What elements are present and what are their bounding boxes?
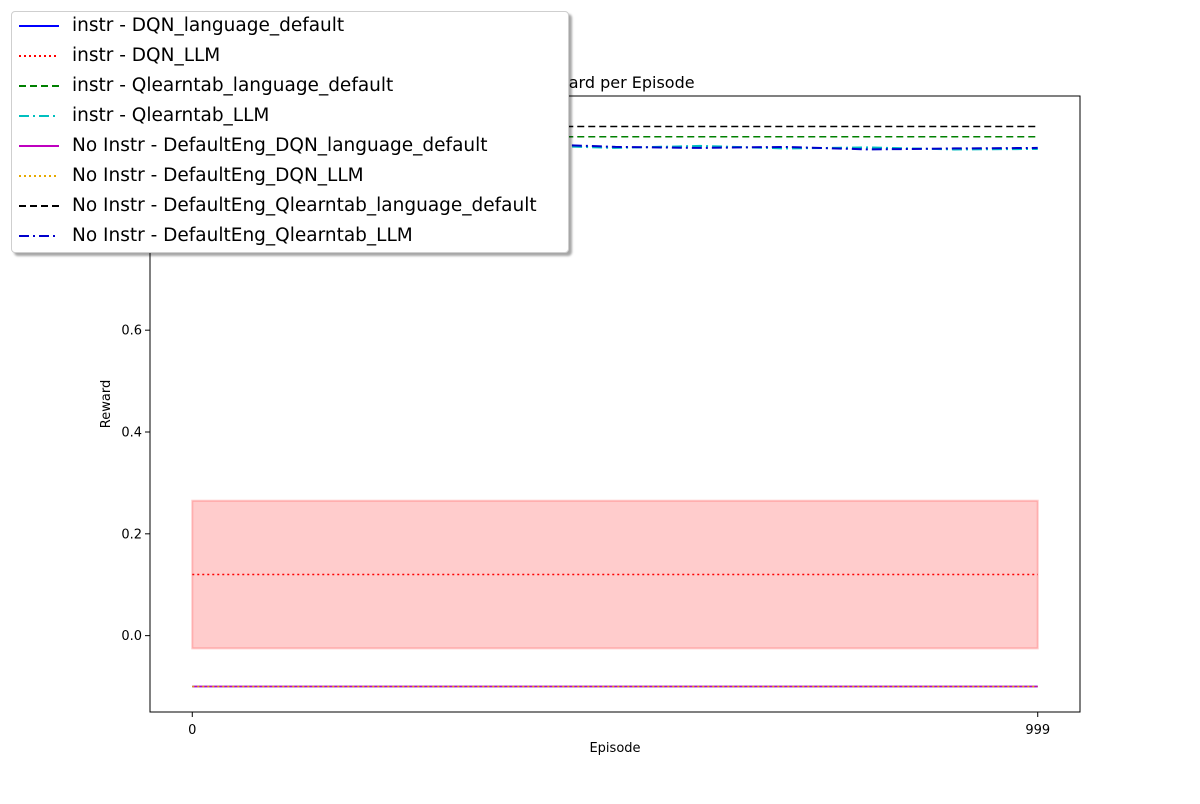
legend-label-4: No Instr - DefaultEng_DQN_language_defau… — [72, 135, 488, 156]
y-tick-label-1: 0.2 — [121, 527, 142, 542]
legend-entry-1: instr - DQN_LLM — [12, 42, 568, 72]
legend-entry-3: instr - Qlearntab_LLM — [12, 102, 568, 132]
legend-swatch-4 — [19, 145, 59, 147]
y-tick-label-3: 0.6 — [121, 324, 142, 339]
legend-entry-4: No Instr - DefaultEng_DQN_language_defau… — [12, 132, 568, 162]
chart-figure: Reward per Episode 0 999 0.0 0.2 0.4 0.6 Epi… — [0, 0, 1200, 800]
y-axis-label: Reward — [99, 380, 114, 428]
legend-entry-0: instr - DQN_language_default — [12, 12, 568, 42]
x-tick-label-1: 999 — [1025, 723, 1050, 738]
x-axis-label: Episode — [589, 741, 640, 756]
legend-label-7: No Instr - DefaultEng_Qlearntab_LLM — [72, 225, 413, 246]
legend-swatch-1 — [19, 55, 59, 57]
legend-label-6: No Instr - DefaultEng_Qlearntab_language… — [72, 195, 537, 216]
legend-label-1: instr - DQN_LLM — [72, 45, 221, 66]
x-axis-ticks: 0 999 — [188, 712, 1050, 738]
y-axis-ticks: 0.0 0.2 0.4 0.6 — [121, 324, 150, 644]
chart-legend: instr - DQN_language_defaultinstr - DQN_… — [11, 11, 569, 253]
y-tick-label-0: 0.0 — [121, 629, 142, 644]
legend-label-5: No Instr - DefaultEng_DQN_LLM — [72, 165, 364, 186]
legend-swatch-0 — [19, 25, 59, 27]
x-tick-label-0: 0 — [188, 723, 196, 738]
legend-label-3: instr - Qlearntab_LLM — [72, 105, 270, 126]
legend-entry-7: No Instr - DefaultEng_Qlearntab_LLM — [12, 222, 568, 252]
legend-label-2: instr - Qlearntab_language_default — [72, 75, 394, 96]
legend-swatch-2 — [19, 85, 59, 87]
legend-swatch-3 — [19, 115, 59, 117]
legend-entry-6: No Instr - DefaultEng_Qlearntab_language… — [12, 192, 568, 222]
legend-swatch-6 — [19, 205, 59, 207]
legend-swatch-5 — [19, 175, 59, 177]
legend-label-0: instr - DQN_language_default — [72, 15, 345, 36]
legend-entry-5: No Instr - DefaultEng_DQN_LLM — [12, 162, 568, 192]
legend-swatch-7 — [19, 235, 59, 237]
legend-entry-2: instr - Qlearntab_language_default — [12, 72, 568, 102]
y-tick-label-2: 0.4 — [121, 426, 142, 441]
